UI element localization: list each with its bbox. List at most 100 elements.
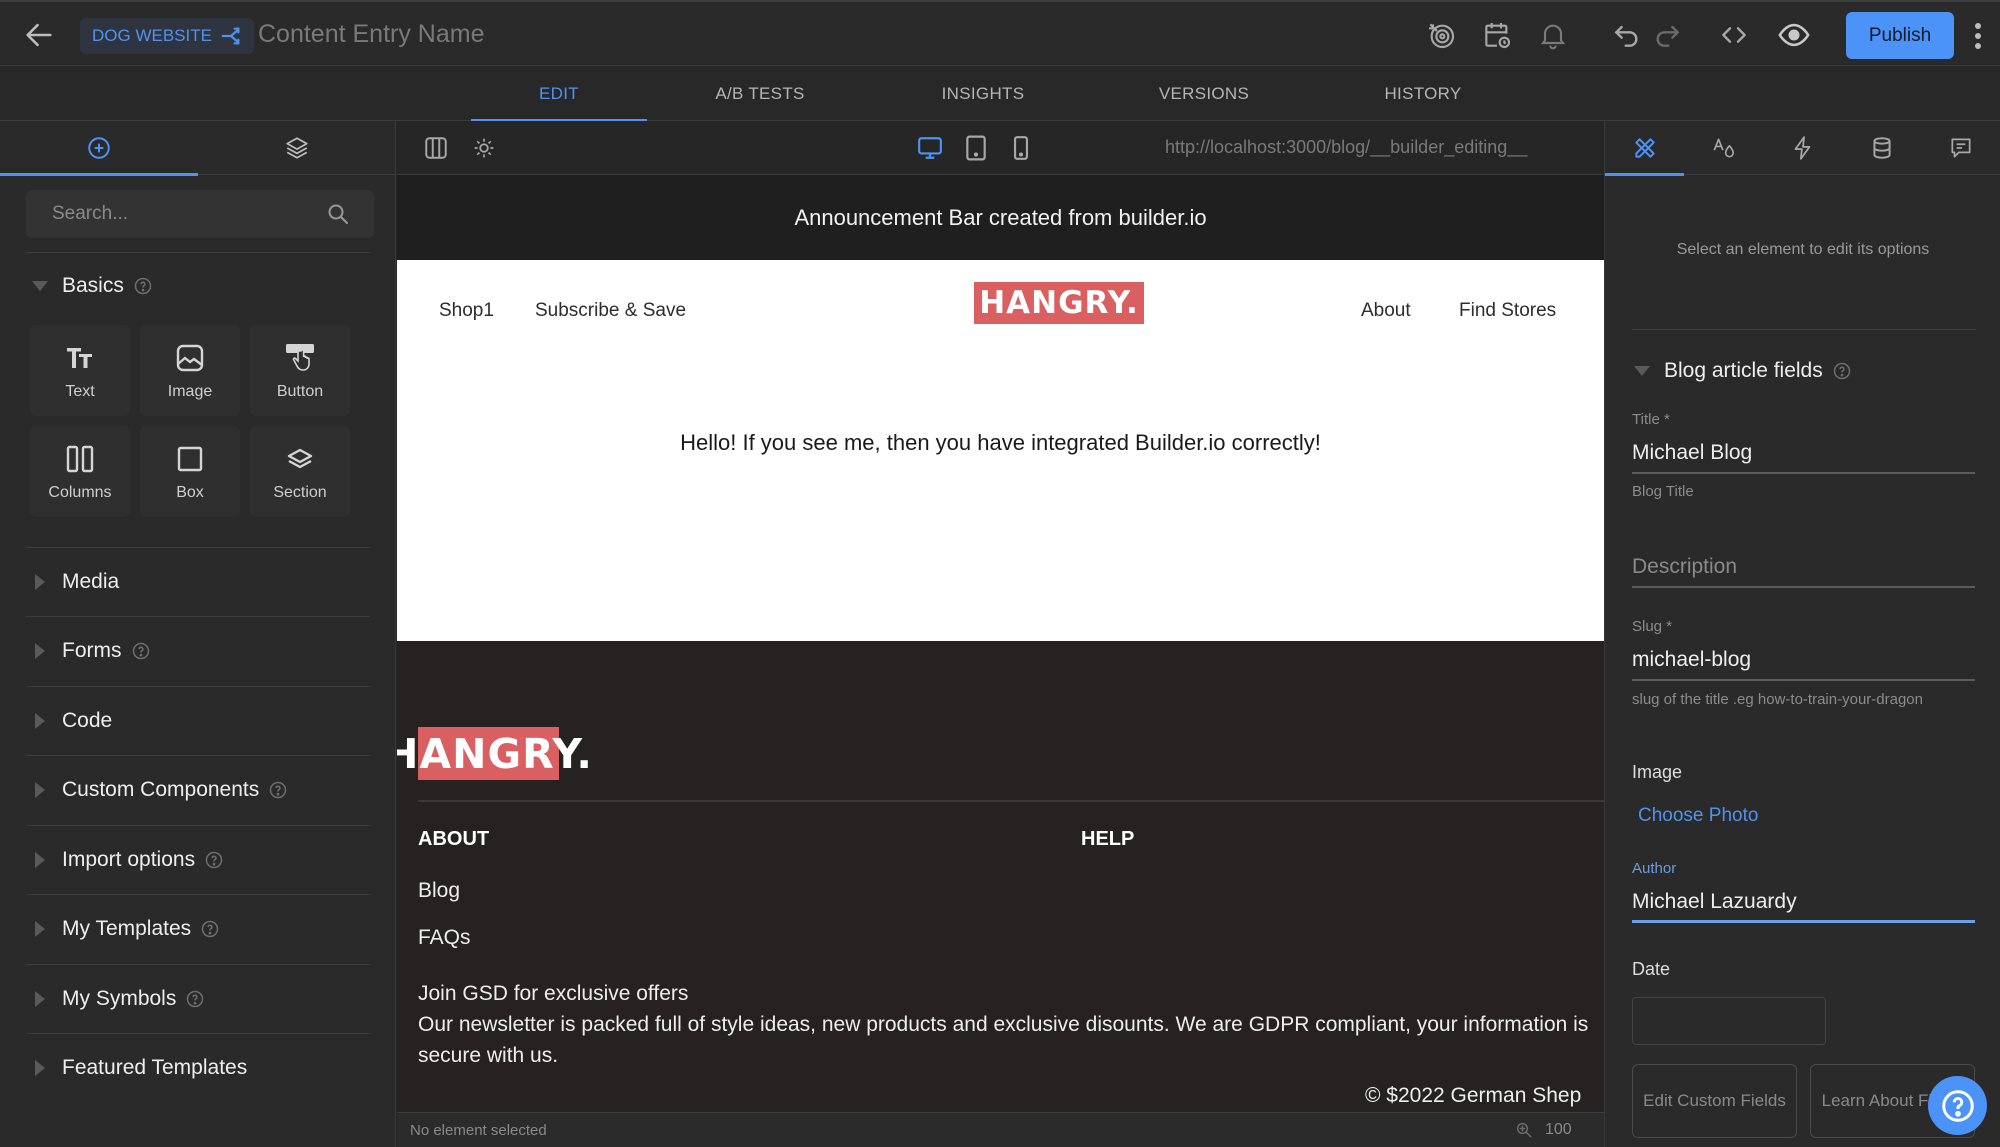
preview-button[interactable] <box>1777 18 1811 52</box>
space-name: DOG WEBSITE <box>92 26 212 45</box>
tab-edit[interactable]: EDIT <box>471 66 647 122</box>
schedule-button[interactable] <box>1481 19 1513 51</box>
target-icon <box>1429 23 1455 49</box>
author-input[interactable] <box>1632 883 1975 923</box>
site-header: Shop1 Subscribe & Save HANGRY. About Fin… <box>397 260 1604 641</box>
title-input[interactable] <box>1632 434 1975 474</box>
tab-edit-options[interactable] <box>1605 121 1684 176</box>
undo-button[interactable] <box>1611 19 1643 51</box>
tab-interactions[interactable] <box>1763 121 1842 175</box>
code-button[interactable] <box>1718 19 1750 51</box>
edit-custom-fields-button[interactable]: Edit Custom Fields <box>1632 1064 1797 1138</box>
mobile-view-button[interactable] <box>1008 135 1034 161</box>
tab-data[interactable] <box>1842 121 1921 175</box>
canvas-toolbar: http://localhost:3000/blog/__builder_edi… <box>397 121 1604 175</box>
mobile-icon <box>1013 136 1029 160</box>
block-text[interactable]: Text <box>30 325 130 416</box>
help-button[interactable] <box>1928 1076 1987 1135</box>
block-columns[interactable]: Columns <box>30 426 130 517</box>
desktop-view-button[interactable] <box>917 135 943 161</box>
box-icon <box>177 446 203 472</box>
section-code[interactable]: Code <box>26 687 370 755</box>
section-custom-components-label: Custom Components <box>62 778 260 801</box>
caret-right-icon <box>35 921 45 937</box>
section-forms[interactable]: Forms <box>26 617 370 685</box>
content-entry-name-input[interactable]: Content Entry Name <box>258 20 485 49</box>
caret-right-icon <box>35 852 45 868</box>
footer-link-blog[interactable]: Blog <box>418 879 460 903</box>
tablet-icon <box>966 135 986 161</box>
tab-style[interactable] <box>1684 121 1763 175</box>
footer-link-faqs[interactable]: FAQs <box>418 926 471 950</box>
zoom-icon[interactable] <box>1515 1121 1533 1139</box>
nav-link-about[interactable]: About <box>1361 300 1411 322</box>
help-circle-icon[interactable] <box>134 277 152 295</box>
sun-icon <box>474 138 494 158</box>
toggle-panels-button[interactable] <box>423 135 449 161</box>
tab-comments[interactable] <box>1921 121 2000 175</box>
section-featured-templates[interactable]: Featured Templates <box>26 1034 370 1102</box>
tablet-view-button[interactable] <box>963 135 989 161</box>
date-label: Date <box>1632 959 1671 979</box>
footer-heading-about: ABOUT <box>418 828 490 850</box>
help-circle-icon[interactable] <box>1833 362 1851 380</box>
tab-insert[interactable] <box>0 121 198 176</box>
top-bar: DOG WEBSITE Content Entry Name Publish <box>0 0 2000 66</box>
calendar-clock-icon <box>1485 23 1511 49</box>
theme-toggle-button[interactable] <box>471 135 497 161</box>
section-my-templates[interactable]: My Templates <box>26 895 370 963</box>
zoom-level[interactable]: 100 <box>1545 1121 1572 1139</box>
tab-layers[interactable] <box>198 121 396 175</box>
block-image[interactable]: Image <box>140 325 240 416</box>
tab-versions[interactable]: VERSIONS <box>1124 66 1284 121</box>
notifications-button[interactable] <box>1537 19 1569 51</box>
section-my-symbols[interactable]: My Symbols <box>26 965 370 1033</box>
back-button[interactable] <box>22 18 56 52</box>
block-section[interactable]: Section <box>250 426 350 517</box>
more-options-button[interactable] <box>1965 20 1991 52</box>
footer-copyright: © $2022 German Shep <box>1365 1084 1582 1107</box>
publish-button[interactable]: Publish <box>1846 12 1954 59</box>
tab-ab-tests[interactable]: A/B TESTS <box>680 66 840 121</box>
redo-button[interactable] <box>1651 19 1683 51</box>
help-circle-icon[interactable] <box>269 781 287 799</box>
columns-icon <box>66 445 94 473</box>
section-import-options[interactable]: Import options <box>26 826 370 894</box>
hero-text[interactable]: Hello! If you see me, then you have inte… <box>397 430 1604 456</box>
footer-logo[interactable]: HANGRY. <box>397 727 592 780</box>
section-media[interactable]: Media <box>26 548 370 616</box>
description-input[interactable] <box>1632 548 1975 588</box>
caret-right-icon <box>35 713 45 729</box>
announcement-bar[interactable]: Announcement Bar created from builder.io <box>397 175 1604 260</box>
slug-input[interactable] <box>1632 641 1975 681</box>
preview-url[interactable]: http://localhost:3000/blog/__builder_edi… <box>1165 137 1527 158</box>
section-blog-article-fields-label: Blog article fields <box>1664 359 1823 382</box>
header-logo[interactable]: HANGRY. <box>974 282 1144 324</box>
help-circle-icon[interactable] <box>132 642 150 660</box>
search-input[interactable] <box>52 190 312 238</box>
targeting-button[interactable] <box>1425 19 1457 51</box>
nav-link-find-stores[interactable]: Find Stores <box>1459 300 1556 322</box>
date-input[interactable] <box>1632 997 1826 1045</box>
space-badge[interactable]: DOG WEBSITE <box>80 18 254 54</box>
nav-link-shop1[interactable]: Shop1 <box>439 300 494 322</box>
right-panel-tabs <box>1605 121 2000 176</box>
search-icon[interactable] <box>326 202 350 226</box>
desktop-icon <box>918 137 942 159</box>
section-custom-components[interactable]: Custom Components <box>26 756 370 824</box>
divider <box>1632 329 1976 330</box>
choose-photo-button[interactable]: Choose Photo <box>1638 805 1758 827</box>
block-section-label: Section <box>273 484 327 501</box>
tab-history[interactable]: HISTORY <box>1343 66 1503 121</box>
block-button[interactable]: Button <box>250 325 350 416</box>
redo-icon <box>1656 25 1680 47</box>
section-basics[interactable]: Basics <box>26 252 370 320</box>
nav-link-subscribe-save[interactable]: Subscribe & Save <box>535 300 686 322</box>
help-circle-icon[interactable] <box>201 920 219 938</box>
help-circle-icon[interactable] <box>205 851 223 869</box>
block-box[interactable]: Box <box>140 426 240 517</box>
help-circle-icon[interactable] <box>186 990 204 1008</box>
search-box <box>26 190 374 238</box>
tab-insights[interactable]: INSIGHTS <box>903 66 1063 121</box>
section-blog-article-fields[interactable]: Blog article fields <box>1632 346 1851 396</box>
